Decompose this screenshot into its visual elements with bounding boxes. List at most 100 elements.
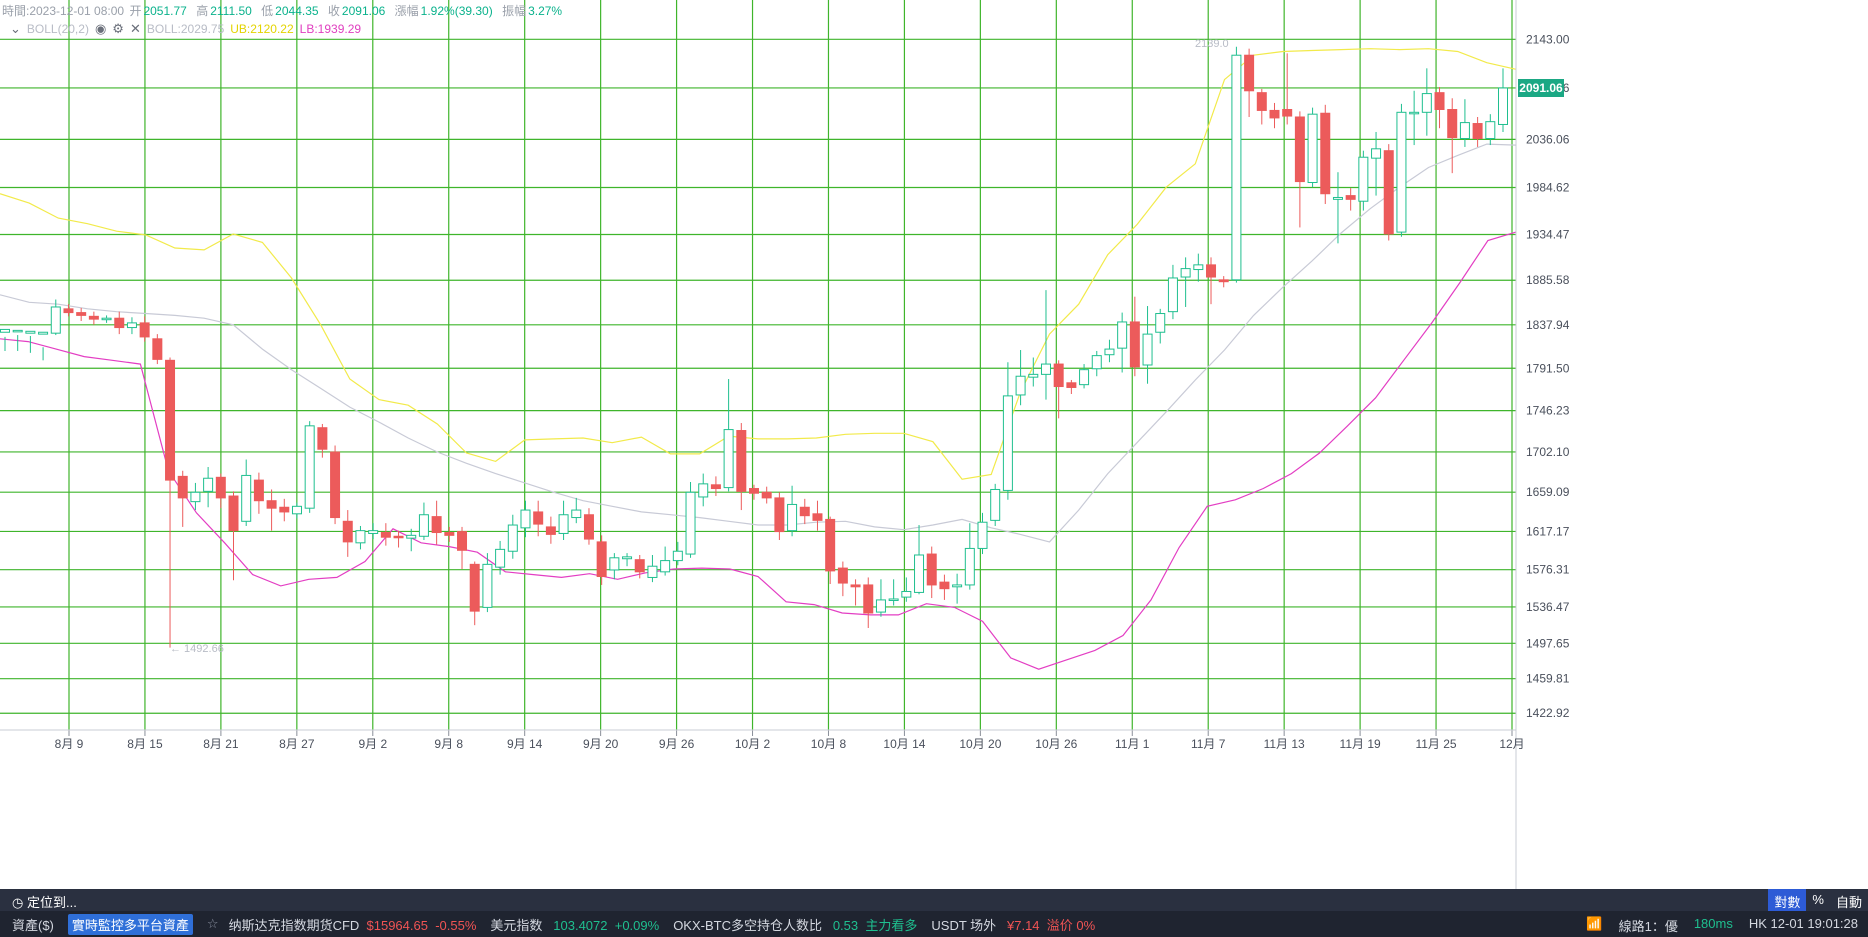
price-axis[interactable]: 2143.00 2091.06 2036.06 1984.62 1934.47 1885.… [1515, 0, 1868, 889]
extreme-marks: 2139.0 ← 1492.66 [170, 38, 1229, 655]
x-tick-label: 10月 20 [959, 737, 1001, 751]
candle-down [88, 315, 99, 320]
ticker-longshort[interactable]: OKX-BTC多空持仓人数比 0.53 主力看多 [673, 915, 917, 934]
candle-down [393, 535, 404, 539]
candle-down [228, 495, 239, 532]
ticker-usdt[interactable]: USDT 场外 ¥7.14 溢价 0% [931, 915, 1095, 934]
candle-down [1294, 116, 1305, 183]
candle-down [1256, 92, 1267, 111]
candle-up [101, 317, 112, 321]
eye-icon[interactable]: ◉ [95, 21, 106, 37]
candle-up [38, 331, 49, 335]
candle-up [1180, 268, 1191, 278]
ticker-dxy[interactable]: 美元指数 103.4072 +0.09% [490, 915, 659, 934]
candle-up [952, 584, 963, 588]
candle-up [1231, 54, 1242, 281]
candle-up [698, 483, 709, 498]
candle-up [914, 554, 925, 593]
boll-mid: BOLL:2029.75 [146, 22, 225, 36]
candle-up [1371, 148, 1382, 159]
boll-lower-line [0, 231, 1517, 670]
ticker-nasdaq[interactable]: 纳斯达克指数期货CFD $15964.65 -0.55% [229, 915, 477, 934]
locate-button[interactable]: ◷ 定位到... [12, 892, 77, 911]
candle-up [558, 514, 569, 534]
ticker-name: 纳斯达克指数期货CFD [228, 917, 360, 933]
chevron-down-icon[interactable]: ⌄ [10, 21, 21, 37]
candle-down [1320, 112, 1331, 195]
candle-up [990, 488, 1001, 521]
indicator-legend: ⌄ BOLL(20,2) ◉ ⚙ ✕ BOLL:2029.75 UB:2120.… [10, 21, 361, 37]
candles [0, 46, 1508, 648]
pin-icon[interactable]: ☆ [207, 916, 219, 932]
high-value: 2111.50 [210, 4, 252, 18]
candle-down [330, 451, 341, 519]
candle-up [0, 328, 10, 333]
candle-up [291, 505, 302, 515]
candle-up [507, 524, 518, 552]
candle-down [850, 584, 861, 588]
change-label: 漲幅 [394, 4, 419, 18]
candle-up [609, 557, 620, 571]
candle-down [1053, 363, 1064, 388]
ticker-value: $15964.65 [366, 917, 428, 933]
x-tick-label: 9月 2 [358, 737, 387, 751]
candle-up [1421, 93, 1432, 113]
candle-down [1282, 109, 1293, 117]
change-value: 1.92%(39.30) [420, 4, 493, 18]
candle-down [139, 322, 150, 338]
latency-value: 180ms [1693, 916, 1733, 931]
candle-down [177, 475, 188, 499]
amp-label: 振幅 [502, 4, 527, 18]
y-tick-label: 1746.23 [1526, 404, 1570, 418]
candle-down [215, 476, 226, 499]
y-tick-label: 1791.50 [1526, 361, 1570, 375]
ohlc-readout: 時間:2023-12-01 08:00 开 2051.77 高 2111.50 低2… [2, 2, 568, 19]
x-tick-label: 9月 14 [507, 737, 543, 751]
candle-up [901, 590, 912, 598]
settings-icon[interactable]: ⚙ [112, 21, 124, 37]
candle-down [1383, 150, 1394, 235]
candle-down [165, 359, 176, 481]
candle-down [774, 497, 785, 533]
candle-down [634, 559, 645, 573]
x-tick-label: 10月 8 [811, 737, 847, 751]
candle-up [406, 534, 417, 539]
x-tick-label: 11月 7 [1191, 737, 1226, 751]
candle-up [1396, 111, 1407, 233]
candle-up [660, 560, 671, 573]
candle-down [444, 532, 455, 536]
high-mark: 2139.0 [1195, 38, 1229, 50]
y-tick-label: 1984.62 [1526, 181, 1570, 195]
candle-down [1447, 109, 1458, 139]
assets-label: 資產($) [12, 917, 54, 933]
candle-up [241, 474, 252, 522]
candle-up [520, 509, 531, 529]
x-tick-label: 8月 27 [279, 737, 315, 751]
candle-down [1129, 321, 1140, 368]
ticker-value: 103.4072 [553, 917, 608, 933]
low-mark: ← 1492.66 [170, 643, 224, 655]
candle-up [355, 530, 366, 544]
wifi-icon: 📶 [1586, 916, 1603, 931]
line-label[interactable]: 線路1：優 [1619, 916, 1678, 935]
close-icon[interactable]: ✕ [130, 21, 141, 37]
candle-down [380, 532, 391, 538]
candle-down [63, 308, 74, 314]
time-axis[interactable]: 8月 9 8月 15 8月 21 8月 27 9月 2 9月 8 9月 14 9月 20 9月 … [0, 729, 1525, 751]
candle-up [190, 491, 201, 503]
candle-down [926, 553, 937, 586]
candle-down [812, 513, 823, 521]
candle-up [1498, 87, 1508, 125]
candle-up [1193, 264, 1204, 271]
candle-up [25, 330, 36, 334]
candle-up [12, 329, 23, 333]
status-bar-top: ◷ 定位到... 對數 % 自動 [0, 889, 1868, 914]
y-tick-label: 1459.81 [1526, 672, 1570, 686]
candle-up [1028, 373, 1039, 378]
candlestick-chart[interactable]: 2143.00 2091.06 2036.06 1984.62 1934.47 1885.… [0, 0, 1868, 889]
assets-button[interactable]: 實時監控多平台資產 [67, 913, 193, 935]
candle-up [1104, 348, 1115, 356]
x-tick-label: 10月 26 [1035, 737, 1077, 751]
x-tick-label: 11月 13 [1264, 737, 1305, 751]
amp-value: 3.27% [528, 4, 563, 18]
